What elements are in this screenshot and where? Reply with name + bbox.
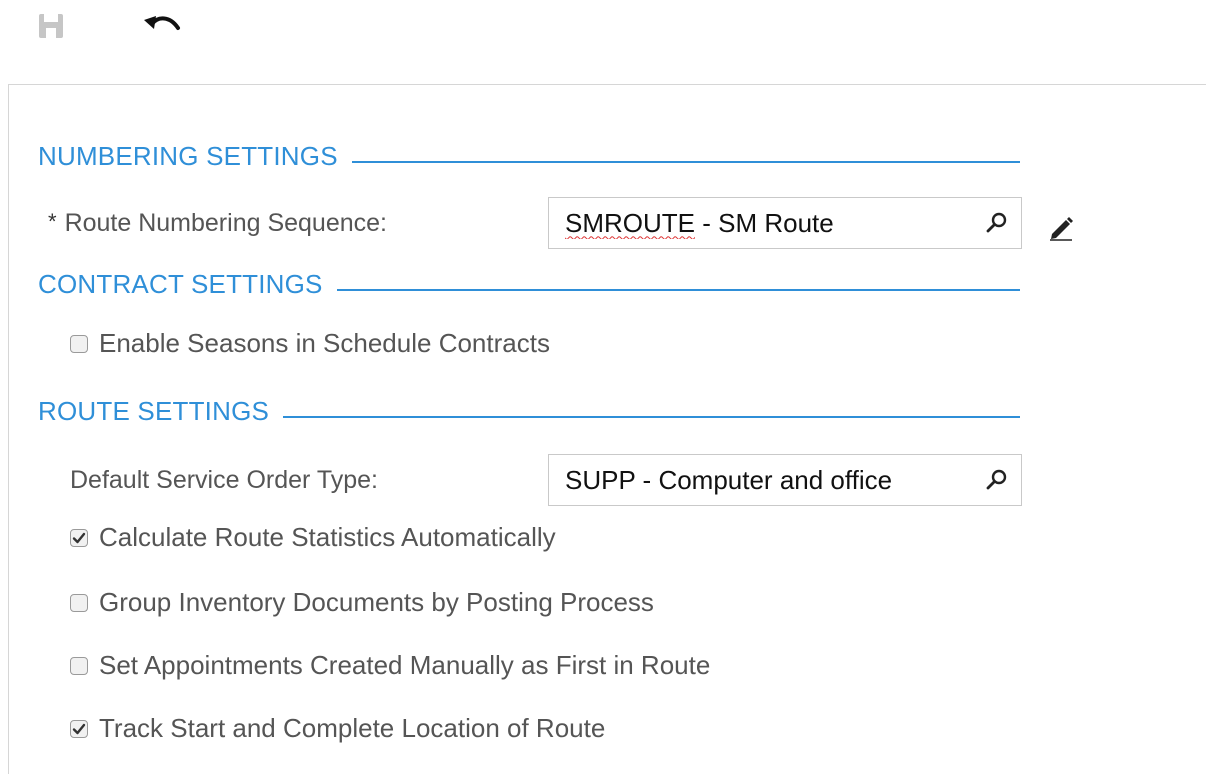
default-order-type-label: Default Service Order Type:	[70, 466, 379, 494]
checkmark-icon	[72, 532, 86, 543]
section-divider	[351, 161, 1020, 163]
checkmark-icon	[72, 723, 86, 734]
checkbox-label: Track Start and Complete Location of Rou…	[99, 713, 606, 743]
appointments-first-checkbox[interactable]	[70, 656, 88, 675]
search-icon[interactable]	[985, 211, 1009, 235]
undo-arrow-icon	[144, 16, 180, 30]
enable-seasons-checkbox[interactable]	[70, 334, 88, 353]
floppy-disk-icon	[39, 14, 63, 38]
section-divider	[336, 289, 1020, 291]
track-location-checkbox-row[interactable]: Track Start and Complete Location of Rou…	[70, 713, 605, 744]
section-title: NUMBERING SETTINGS	[38, 140, 338, 171]
route-numbering-label: * Route Numbering Sequence:	[48, 209, 387, 237]
toolbar	[0, 0, 1206, 84]
numbering-settings-header: NUMBERING SETTINGS	[38, 139, 1020, 173]
track-location-checkbox[interactable]	[70, 719, 88, 738]
checkbox-label: Group Inventory Documents by Posting Pro…	[99, 587, 654, 617]
default-order-type-field[interactable]: SUPP - Computer and office	[548, 454, 1022, 506]
section-title: ROUTE SETTINGS	[38, 395, 270, 426]
enable-seasons-checkbox-row[interactable]: Enable Seasons in Schedule Contracts	[70, 328, 550, 359]
group-inventory-checkbox-row[interactable]: Group Inventory Documents by Posting Pro…	[70, 587, 654, 618]
section-divider	[283, 416, 1020, 418]
route-numbering-field[interactable]: SMROUTE - SM Route	[548, 197, 1022, 249]
contract-settings-header: CONTRACT SETTINGS	[38, 267, 1020, 301]
route-numbering-value: SMROUTE - SM Route	[565, 207, 834, 238]
calc-stats-checkbox-row[interactable]: Calculate Route Statistics Automatically	[70, 522, 556, 553]
search-icon[interactable]	[985, 468, 1009, 492]
section-title: CONTRACT SETTINGS	[38, 268, 323, 299]
appointments-first-checkbox-row[interactable]: Set Appointments Created Manually as Fir…	[70, 650, 710, 681]
save-button[interactable]	[36, 10, 66, 42]
checkbox-label: Enable Seasons in Schedule Contracts	[99, 328, 550, 358]
pencil-edit-icon[interactable]	[1046, 212, 1076, 242]
route-settings-header: ROUTE SETTINGS	[38, 394, 1020, 428]
checkbox-label: Calculate Route Statistics Automatically	[99, 522, 556, 552]
required-marker: *	[48, 209, 57, 234]
calc-stats-checkbox[interactable]	[70, 528, 88, 547]
group-inventory-checkbox[interactable]	[70, 593, 88, 612]
default-order-type-value: SUPP - Computer and office	[565, 464, 893, 495]
checkbox-label: Set Appointments Created Manually as Fir…	[99, 650, 711, 680]
undo-button[interactable]	[140, 10, 184, 40]
